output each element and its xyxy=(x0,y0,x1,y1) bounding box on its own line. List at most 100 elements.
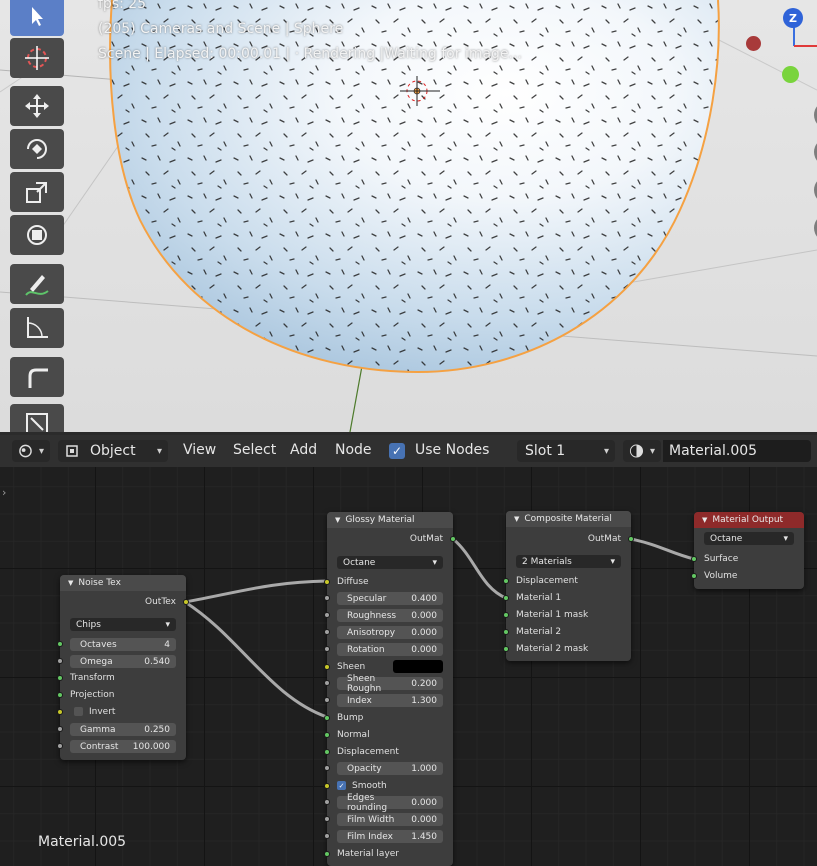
socket-film-width[interactable] xyxy=(324,816,330,822)
collapse-triangle-icon[interactable]: ▼ xyxy=(68,579,73,587)
socket-edges-rounding[interactable] xyxy=(324,799,330,805)
menu-node[interactable]: Node xyxy=(335,442,372,458)
socket-material2[interactable] xyxy=(503,629,509,635)
field-contrast[interactable]: Contrast 100.000 xyxy=(70,740,176,753)
field-anisotropy[interactable]: Anisotropy 0.000 xyxy=(337,626,443,639)
socket-anisotropy[interactable] xyxy=(324,629,330,635)
field-edges-rounding[interactable]: Edges rounding 0.000 xyxy=(337,793,443,813)
socket-gamma[interactable] xyxy=(57,726,63,732)
composite-type-select[interactable]: 2 Materials ▾ xyxy=(516,555,621,568)
gizmo-y-axis[interactable] xyxy=(782,66,799,83)
field-value: 0.400 xyxy=(411,593,437,604)
socket-index[interactable] xyxy=(324,697,330,703)
socket-volume[interactable] xyxy=(691,573,697,579)
material-name-field[interactable]: Material.005 xyxy=(663,440,811,462)
noise-type-select[interactable]: Chips ▾ xyxy=(70,618,176,631)
select-tool-button[interactable] xyxy=(10,0,64,36)
socket-octaves[interactable] xyxy=(57,641,63,647)
checkbox-label: Smooth xyxy=(352,780,387,791)
field-specular[interactable]: Specular 0.400 xyxy=(337,592,443,605)
node-header[interactable]: ▼ Glossy Material xyxy=(327,512,453,528)
node-header[interactable]: ▼ Material Output xyxy=(694,512,804,528)
field-sheen-roughness[interactable]: Sheen Roughn 0.200 xyxy=(337,674,443,694)
socket-rotation[interactable] xyxy=(324,646,330,652)
gizmo-z-axis[interactable]: Z xyxy=(783,8,803,28)
material-browse-button[interactable]: ▾ xyxy=(623,440,661,462)
smooth-checkbox[interactable]: ✓ xyxy=(337,781,346,790)
socket-film-index[interactable] xyxy=(324,833,330,839)
socket-invert[interactable] xyxy=(57,709,63,715)
inset-tool-button[interactable] xyxy=(10,404,64,432)
socket-projection[interactable] xyxy=(57,692,63,698)
smooth-row[interactable]: ✓ Smooth xyxy=(327,777,453,794)
gizmo-neg-x-axis[interactable] xyxy=(746,36,761,51)
3d-viewport[interactable]: fps: 25 (205) Cameras and Scene | Sphere… xyxy=(0,0,817,432)
socket-sheen[interactable] xyxy=(324,664,330,670)
socket-material2-mask[interactable] xyxy=(503,646,509,652)
socket-row-outmat: OutMat xyxy=(506,530,631,547)
socket-outtex[interactable] xyxy=(183,599,189,605)
menu-add[interactable]: Add xyxy=(290,442,317,458)
mode-select[interactable]: Object ▾ xyxy=(58,440,168,462)
socket-sheen-roughness[interactable] xyxy=(324,680,330,686)
field-roughness[interactable]: Roughness 0.000 xyxy=(337,609,443,622)
bevel-tool-button[interactable] xyxy=(10,357,64,397)
node-glossy-material[interactable]: ▼ Glossy Material OutMat Octane ▾ Diffuse … xyxy=(324,512,456,866)
editor-type-button[interactable]: ▾ xyxy=(12,440,50,462)
socket-material1[interactable] xyxy=(503,595,509,601)
scale-tool-button[interactable] xyxy=(10,172,64,212)
node-header[interactable]: ▼ Composite Material xyxy=(506,511,631,527)
field-index[interactable]: Index 1.300 xyxy=(337,694,443,707)
field-opacity[interactable]: Opacity 1.000 xyxy=(337,762,443,775)
socket-displacement[interactable] xyxy=(324,749,330,755)
socket-opacity[interactable] xyxy=(324,765,330,771)
socket-material-layer[interactable] xyxy=(324,851,330,857)
field-gamma[interactable]: Gamma 0.250 xyxy=(70,723,176,736)
use-nodes-checkbox[interactable]: ✓ xyxy=(389,443,405,459)
output-type-select[interactable]: Octane ▾ xyxy=(704,532,794,545)
field-film-width[interactable]: Film Width 0.000 xyxy=(337,813,443,826)
slot-select[interactable]: Slot 1 ▾ xyxy=(517,440,615,462)
transform-tool-button[interactable] xyxy=(10,215,64,255)
socket-material1-mask[interactable] xyxy=(503,612,509,618)
socket-transform[interactable] xyxy=(57,675,63,681)
socket-surface[interactable] xyxy=(691,556,697,562)
collapse-triangle-icon[interactable]: ▼ xyxy=(702,516,707,524)
menu-select[interactable]: Select xyxy=(233,442,276,458)
socket-normal[interactable] xyxy=(324,732,330,738)
node-header[interactable]: ▼ Noise Tex xyxy=(60,575,186,591)
fps-readout: fps: 25 xyxy=(98,0,147,12)
invert-checkbox[interactable] xyxy=(74,707,83,716)
socket-outmat[interactable] xyxy=(628,536,634,542)
socket-smooth[interactable] xyxy=(324,783,330,789)
field-rotation[interactable]: Rotation 0.000 xyxy=(337,643,443,656)
node-editor-canvas[interactable]: › ▼ Noise Tex OutTex Chips ▾ Octaves 4 Omeg… xyxy=(0,467,817,866)
measure-tool-button[interactable] xyxy=(10,308,64,348)
sidebar-expand-icon[interactable]: › xyxy=(2,486,6,499)
field-omega[interactable]: Omega 0.540 xyxy=(70,655,176,668)
socket-displacement[interactable] xyxy=(503,578,509,584)
glossy-type-select[interactable]: Octane ▾ xyxy=(337,556,443,569)
cursor-tool-button[interactable] xyxy=(10,38,64,78)
invert-row[interactable]: Invert xyxy=(60,703,186,720)
socket-specular[interactable] xyxy=(324,595,330,601)
field-film-index[interactable]: Film Index 1.450 xyxy=(337,830,443,843)
sheen-color-swatch[interactable] xyxy=(393,660,443,673)
move-tool-button[interactable] xyxy=(10,86,64,126)
annotate-tool-button[interactable] xyxy=(10,264,64,304)
socket-roughness[interactable] xyxy=(324,612,330,618)
socket-contrast[interactable] xyxy=(57,743,63,749)
rotate-tool-button[interactable] xyxy=(10,129,64,169)
menu-view[interactable]: View xyxy=(183,442,216,458)
node-material-output[interactable]: ▼ Material Output Octane ▾ Surface Volume xyxy=(691,512,804,589)
socket-row-displacement: Displacement xyxy=(506,572,631,589)
socket-diffuse[interactable] xyxy=(324,579,330,585)
socket-outmat[interactable] xyxy=(450,536,456,542)
collapse-triangle-icon[interactable]: ▼ xyxy=(514,515,519,523)
field-octaves[interactable]: Octaves 4 xyxy=(70,638,176,651)
node-composite-material[interactable]: ▼ Composite Material OutMat 2 Materials ▾ … xyxy=(503,511,634,661)
socket-omega[interactable] xyxy=(57,658,63,664)
socket-bump[interactable] xyxy=(324,715,330,721)
collapse-triangle-icon[interactable]: ▼ xyxy=(335,516,340,524)
node-noise-tex[interactable]: ▼ Noise Tex OutTex Chips ▾ Octaves 4 Omega 0… xyxy=(57,575,189,760)
